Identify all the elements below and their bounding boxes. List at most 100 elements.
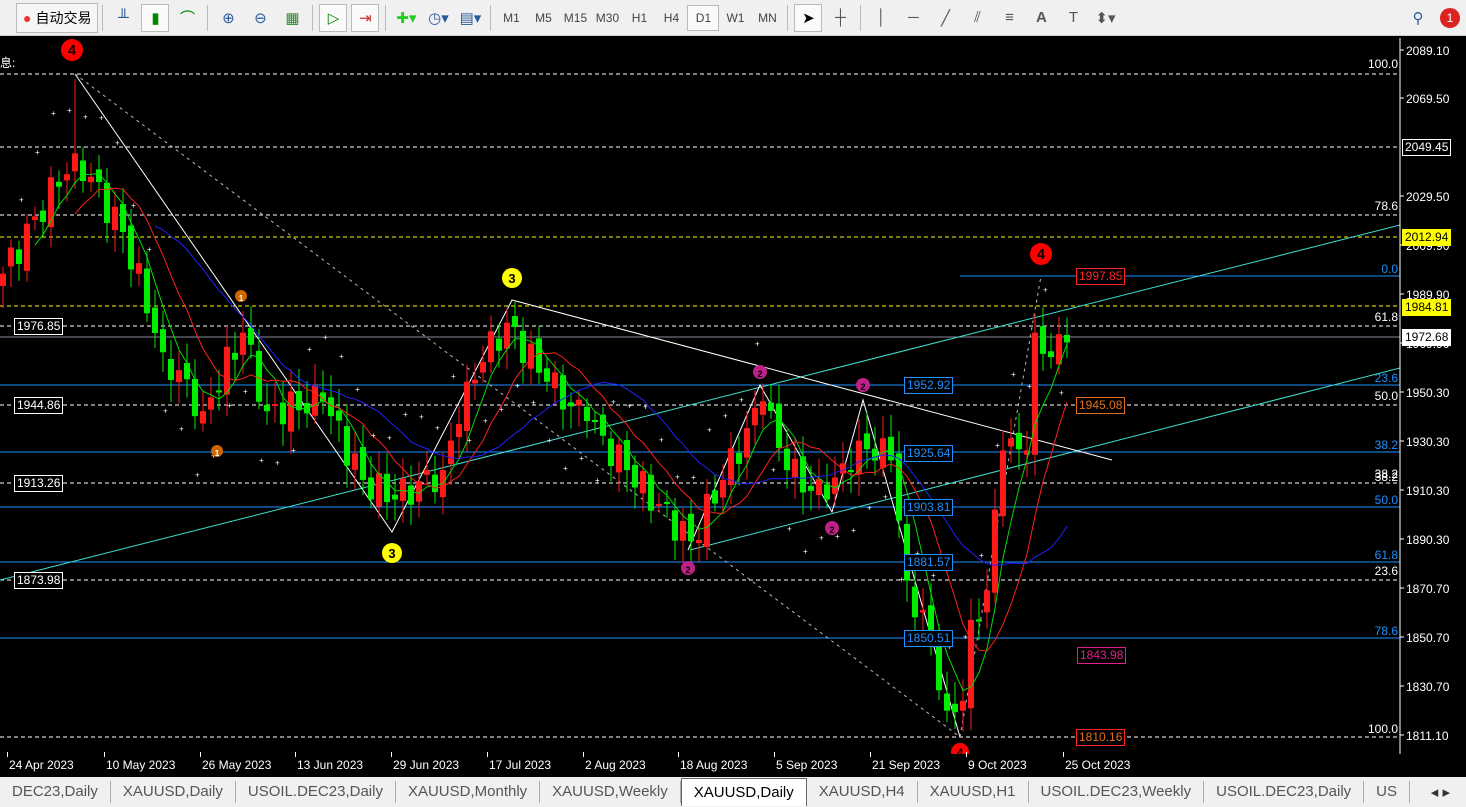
search-icon[interactable]: ⚲ bbox=[1404, 4, 1432, 32]
candle bbox=[1040, 326, 1046, 354]
level-price-label: 1873.98 bbox=[14, 572, 64, 589]
notifications-icon[interactable]: 1 bbox=[1436, 4, 1464, 32]
templates-icon[interactable]: ▤▾ bbox=[456, 4, 484, 32]
timeframe-m5[interactable]: M5 bbox=[527, 5, 559, 31]
timeframe-h1[interactable]: H1 bbox=[623, 5, 655, 31]
timeframe-m1[interactable]: M1 bbox=[495, 5, 527, 31]
chart-shift-icon[interactable]: ⇥ bbox=[351, 3, 380, 32]
candle bbox=[568, 402, 574, 407]
wave-label-2-text: 2 bbox=[685, 565, 690, 575]
vertical-line-icon[interactable]: │ bbox=[867, 4, 895, 32]
date-tick-label: 29 Jun 2023 bbox=[393, 758, 460, 772]
candle bbox=[848, 470, 854, 473]
chart-tab[interactable]: XAUUSD,H1 bbox=[918, 781, 1029, 803]
candle bbox=[232, 352, 238, 360]
cursor-icon[interactable]: ➤ bbox=[794, 3, 823, 32]
candlestick-button[interactable]: ▮ bbox=[141, 3, 170, 32]
candle bbox=[1032, 332, 1038, 455]
candle bbox=[952, 703, 958, 713]
price-chart[interactable]: 100.0 78.6 61.8 50.0 38.2 23.6 100.0 38.2 0.0 23.… bbox=[0, 38, 1466, 761]
arrows-icon[interactable]: ⬍▾ bbox=[1091, 4, 1119, 32]
candle bbox=[528, 343, 534, 369]
candle bbox=[768, 402, 774, 411]
price-axis-label: 1890.30 bbox=[1406, 533, 1450, 547]
fib-price-label: 1903.81 bbox=[904, 499, 954, 516]
parabolic-sar-dot: + bbox=[515, 381, 520, 390]
level-price-label: 1944.86 bbox=[14, 397, 64, 414]
chart-tab[interactable]: XAUUSD,Daily bbox=[680, 778, 807, 806]
candle bbox=[536, 338, 542, 373]
auto-trading-icon: ● bbox=[23, 9, 32, 26]
candle bbox=[776, 403, 782, 448]
tile-windows-icon[interactable]: ▦ bbox=[278, 4, 306, 32]
chart-tab[interactable]: USOIL.DEC23,Weekly bbox=[1029, 781, 1205, 803]
date-tick-label: 21 Sep 2023 bbox=[872, 758, 941, 772]
fibonacci-icon[interactable]: ≡ bbox=[995, 4, 1023, 32]
zoom-out-icon[interactable]: ⊖ bbox=[246, 4, 274, 32]
parabolic-sar-dot: + bbox=[291, 446, 296, 455]
chart-tab[interactable]: XAUUSD,H4 bbox=[807, 781, 918, 803]
date-tick-label: 10 May 2023 bbox=[106, 758, 176, 772]
chart-tab[interactable]: USOIL.DEC23,Daily bbox=[236, 781, 396, 803]
timeframe-mn[interactable]: MN bbox=[751, 5, 783, 31]
timeframe-h4[interactable]: H4 bbox=[655, 5, 687, 31]
candle bbox=[976, 619, 982, 622]
text-icon[interactable]: A bbox=[1027, 4, 1055, 32]
parabolic-sar-dot: + bbox=[371, 431, 376, 440]
candle bbox=[464, 381, 470, 431]
autoscroll-icon[interactable]: ▷ bbox=[319, 3, 348, 32]
zoom-in-icon[interactable]: ⊕ bbox=[214, 4, 242, 32]
horizontal-line-icon[interactable]: ─ bbox=[899, 4, 927, 32]
timeframe-d1[interactable]: D1 bbox=[687, 4, 720, 31]
parabolic-sar-dot: + bbox=[995, 441, 1000, 450]
price-axis-label: 1830.70 bbox=[1406, 680, 1450, 694]
parabolic-sar-dot: + bbox=[467, 436, 472, 445]
chart-tab[interactable]: US bbox=[1364, 781, 1410, 803]
periods-clock-icon[interactable]: ◷▾ bbox=[424, 4, 452, 32]
parabolic-sar-dot: + bbox=[419, 413, 424, 422]
crosshair-icon[interactable]: ┼ bbox=[826, 4, 854, 32]
candle bbox=[240, 332, 246, 355]
candle bbox=[448, 440, 454, 465]
line-chart-button[interactable]: ⌒ bbox=[173, 4, 201, 32]
price-axis-label: 1811.10 bbox=[1406, 729, 1449, 743]
fib-level-label: 78.6 bbox=[1375, 199, 1399, 213]
indicator-info-text: 息: bbox=[0, 56, 16, 70]
candle bbox=[808, 485, 814, 491]
candle bbox=[496, 338, 502, 351]
chart-tab[interactable]: USOIL.DEC23,Daily bbox=[1204, 781, 1365, 803]
parabolic-sar-dot: + bbox=[531, 398, 536, 407]
parabolic-sar-dot: + bbox=[323, 333, 328, 342]
fib-level-label: 50.0 bbox=[1375, 389, 1399, 403]
auto-trading-button[interactable]: ● 自动交易 bbox=[16, 2, 99, 33]
wave-label-1-text: 1 bbox=[215, 449, 220, 458]
text-label-icon[interactable]: T bbox=[1059, 4, 1087, 32]
price-axis-label: 2089.10 bbox=[1406, 44, 1450, 58]
indicators-icon[interactable]: ✚▾ bbox=[392, 4, 420, 32]
parabolic-sar-dot: + bbox=[19, 196, 24, 205]
candle bbox=[960, 700, 966, 711]
candle bbox=[128, 225, 134, 270]
chart-tab[interactable]: DEC23,Daily bbox=[0, 781, 111, 803]
bar-chart-button[interactable]: ╨ bbox=[109, 4, 137, 32]
timeframe-w1[interactable]: W1 bbox=[719, 5, 751, 31]
parabolic-sar-dot: + bbox=[35, 148, 40, 157]
parabolic-sar-dot: + bbox=[1027, 382, 1032, 391]
chart-tab[interactable]: XAUUSD,Monthly bbox=[396, 781, 541, 803]
date-tick-label: 5 Sep 2023 bbox=[776, 758, 838, 772]
trendline-icon[interactable]: ╱ bbox=[931, 4, 959, 32]
timeframe-m30[interactable]: M30 bbox=[591, 5, 623, 31]
parabolic-sar-dot: + bbox=[883, 493, 888, 502]
timeframe-m15[interactable]: M15 bbox=[559, 5, 591, 31]
equidistant-channel-icon[interactable]: ⫽ bbox=[963, 4, 991, 32]
candle bbox=[1008, 438, 1014, 447]
target-price-box: 1843.98 bbox=[1077, 647, 1127, 664]
chart-tab[interactable]: XAUUSD,Weekly bbox=[540, 781, 681, 803]
tab-scroll-arrows[interactable]: ◂ ▸ bbox=[1426, 783, 1454, 801]
parabolic-sar-dot: + bbox=[675, 472, 680, 481]
chart-tab[interactable]: XAUUSD,Daily bbox=[111, 781, 236, 803]
parabolic-sar-dot: + bbox=[51, 109, 56, 118]
candle bbox=[616, 444, 622, 473]
candle bbox=[936, 645, 942, 691]
date-tick bbox=[391, 752, 392, 757]
